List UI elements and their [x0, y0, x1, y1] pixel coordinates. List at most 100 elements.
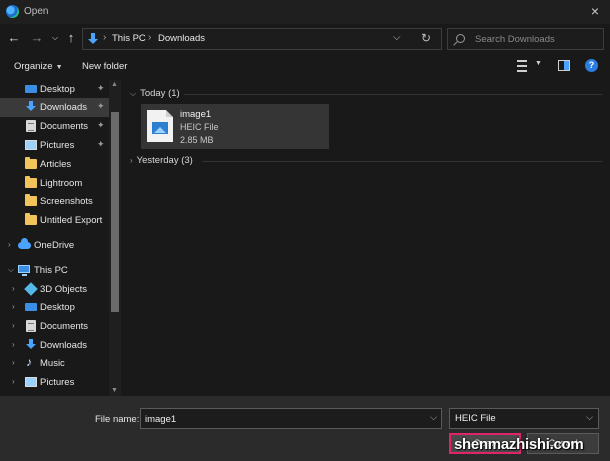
chevron-down-icon[interactable]: ⌵: [8, 265, 14, 275]
dialog-footer: File name: ⌵ HEIC File ⌵ Open Cancel she…: [0, 396, 610, 461]
file-type-value: HEIC File: [455, 413, 496, 424]
help-icon[interactable]: ?: [585, 59, 598, 72]
new-folder-button[interactable]: New folder: [82, 61, 127, 72]
chevron-right-icon[interactable]: ›: [12, 340, 15, 349]
navigation-bar: ← → ⌵ ↑ › This PC › Downloads ⌵ ↻: [0, 24, 610, 54]
breadcrumb-chevron-icon[interactable]: ›: [103, 32, 106, 43]
chevron-down-icon[interactable]: ⌵: [393, 32, 401, 43]
group-label: Today (1): [140, 88, 180, 99]
group-divider: [184, 94, 602, 95]
command-bar: Organize ▼ New folder ▼ ?: [0, 54, 610, 80]
sidebar-item-label: 3D Objects: [40, 284, 87, 295]
sidebar-item-pictures[interactable]: Pictures ✦: [0, 136, 110, 155]
chevron-right-icon[interactable]: ›: [12, 321, 15, 330]
navigation-pane: Desktop ✦ Downloads ✦ Documents ✦ Pictur…: [0, 80, 122, 396]
open-button[interactable]: Open: [449, 433, 521, 454]
pictures-icon: [25, 377, 37, 387]
sidebar-item-label: Documents: [40, 121, 89, 132]
chevron-down-icon[interactable]: ⌵: [586, 412, 593, 423]
downloads-icon: [25, 339, 37, 351]
sidebar-item-label: OneDrive: [34, 240, 75, 251]
breadcrumb-chevron-icon[interactable]: ›: [148, 32, 151, 43]
pin-icon[interactable]: ✦: [97, 101, 105, 112]
file-name-combobox[interactable]: ⌵: [140, 408, 442, 429]
chevron-down-icon: ⌵: [130, 89, 137, 98]
search-box[interactable]: [447, 28, 604, 50]
sidebar-item-screenshots[interactable]: Screenshots: [0, 192, 110, 211]
close-icon[interactable]: ×: [586, 2, 604, 20]
sidebar-item-documents-pc[interactable]: › Documents: [0, 317, 110, 336]
sidebar-item-lightroom[interactable]: Lightroom: [0, 174, 110, 193]
sidebar-item-music[interactable]: › ♪ Music: [0, 354, 110, 373]
pin-icon[interactable]: ✦: [97, 83, 105, 94]
file-size: 2.85 MB: [180, 135, 214, 145]
chevron-right-icon[interactable]: ›: [12, 302, 15, 311]
folder-icon: [25, 157, 37, 169]
chevron-down-icon[interactable]: ⌵: [430, 412, 437, 423]
group-header-today[interactable]: ⌵ Today (1): [130, 88, 180, 99]
breadcrumb-downloads[interactable]: Downloads: [158, 33, 205, 44]
organize-button[interactable]: Organize ▼: [14, 61, 63, 72]
chevron-right-icon[interactable]: ›: [8, 240, 11, 249]
sidebar-item-label: Music: [40, 358, 65, 369]
sidebar-item-documents[interactable]: Documents ✦: [0, 117, 110, 136]
arrow-left-icon[interactable]: ←: [6, 30, 22, 46]
sidebar-scrollbar[interactable]: ▲ ▼: [109, 80, 121, 396]
sidebar-item-onedrive[interactable]: › OneDrive: [0, 236, 110, 255]
edge-icon: [6, 5, 19, 18]
group-header-yesterday[interactable]: › Yesterday (3): [130, 155, 193, 166]
chevron-right-icon[interactable]: ›: [12, 377, 15, 386]
file-name-input[interactable]: [145, 412, 415, 426]
folder-icon: [25, 176, 37, 188]
breadcrumb-this-pc[interactable]: This PC: [112, 33, 146, 44]
downloads-icon: [87, 33, 99, 45]
sidebar-item-articles[interactable]: Articles: [0, 155, 110, 174]
chevron-down-icon[interactable]: ⌵: [47, 30, 63, 46]
desktop-icon: [25, 85, 37, 93]
scroll-up-icon[interactable]: ▲: [111, 81, 118, 88]
chevron-right-icon: ›: [130, 156, 133, 165]
preview-pane-icon[interactable]: [558, 60, 570, 71]
title-bar: Open ×: [0, 0, 610, 24]
cancel-button[interactable]: Cancel: [527, 433, 599, 454]
scroll-down-icon[interactable]: ▼: [111, 387, 118, 394]
chevron-right-icon[interactable]: ›: [12, 284, 15, 293]
arrow-up-icon[interactable]: ↑: [63, 30, 79, 46]
refresh-icon[interactable]: ↻: [421, 31, 431, 45]
caret-down-icon[interactable]: ▼: [535, 60, 542, 67]
sidebar-item-untitled-export[interactable]: Untitled Export: [0, 211, 110, 230]
change-view-icon[interactable]: [517, 60, 527, 72]
chevron-right-icon[interactable]: ›: [12, 358, 15, 367]
sidebar-item-3d-objects[interactable]: › 3D Objects: [0, 280, 110, 299]
file-item-image1[interactable]: image1 HEIC File 2.85 MB: [141, 104, 329, 149]
sidebar-item-downloads[interactable]: Downloads ✦: [0, 98, 110, 117]
caret-down-icon: ▼: [55, 64, 63, 71]
sidebar-item-this-pc[interactable]: ⌵ This PC: [0, 261, 110, 280]
sidebar-item-desktop[interactable]: Desktop ✦: [0, 80, 110, 99]
sidebar-item-label: This PC: [34, 265, 68, 276]
pictures-icon: [25, 140, 37, 150]
group-divider: [202, 161, 602, 162]
desktop-icon: [25, 303, 37, 311]
folder-icon: [25, 213, 37, 225]
window-title: Open: [24, 6, 49, 17]
sidebar-item-label: Articles: [40, 159, 72, 170]
sidebar-item-label: Screenshots: [40, 196, 93, 207]
scrollbar-thumb[interactable]: [111, 112, 119, 312]
onedrive-icon: [18, 238, 31, 249]
3d-objects-icon: [24, 282, 38, 296]
sidebar-item-label: Pictures: [40, 140, 75, 151]
sidebar-item-downloads-pc[interactable]: › Downloads: [0, 336, 110, 355]
sidebar-item-label: Desktop: [40, 84, 75, 95]
pin-icon[interactable]: ✦: [97, 139, 105, 150]
address-bar[interactable]: › This PC › Downloads ⌵ ↻: [82, 28, 442, 50]
search-icon: [456, 34, 465, 43]
arrow-right-icon[interactable]: →: [29, 30, 45, 46]
sidebar-item-desktop-pc[interactable]: › Desktop: [0, 298, 110, 317]
this-pc-icon: [18, 265, 30, 276]
file-type-select[interactable]: HEIC File ⌵: [449, 408, 599, 429]
organize-label: Organize: [14, 61, 53, 72]
pin-icon[interactable]: ✦: [97, 120, 105, 131]
sidebar-item-pictures-pc[interactable]: › Pictures: [0, 373, 110, 392]
search-input[interactable]: [475, 32, 600, 46]
